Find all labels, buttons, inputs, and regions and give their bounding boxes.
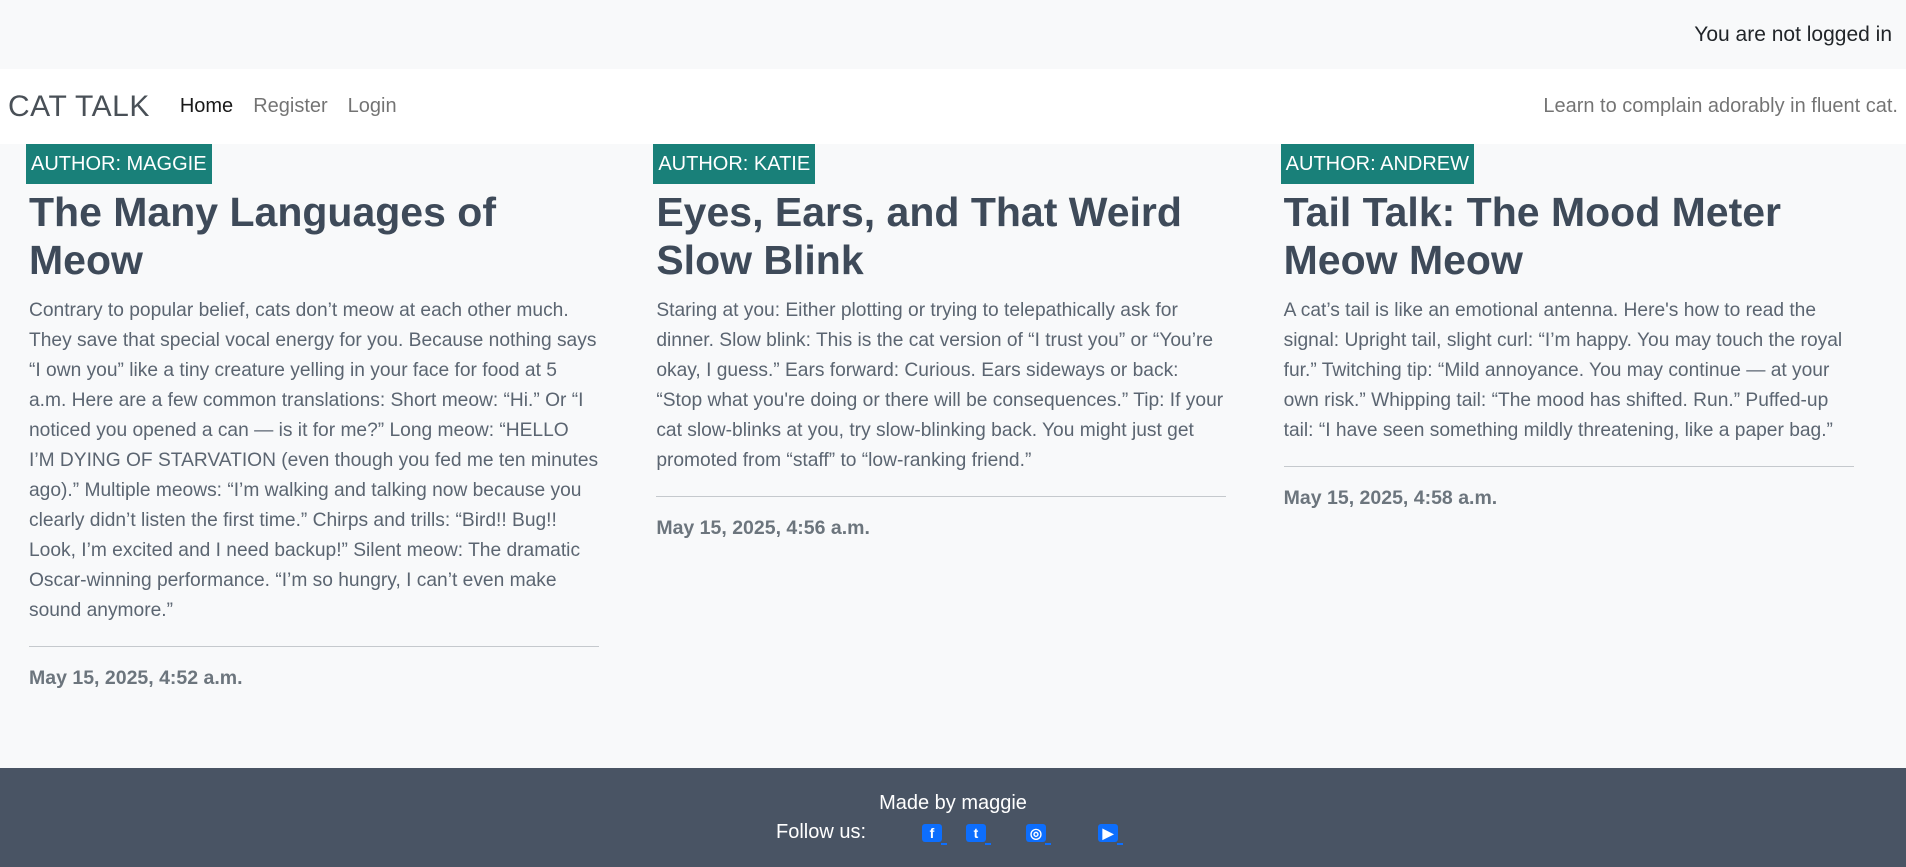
nav-home[interactable]: Home [180,95,233,118]
post-title[interactable]: Tail Talk: The Mood Meter Meow Meow [1284,188,1854,284]
post-card: AUTHOR: KATIE Eyes, Ears, and That Weird… [651,144,1278,690]
post-title[interactable]: The Many Languages of Meow [29,188,599,284]
instagram-icon[interactable]: ◎ [1026,823,1052,845]
footer-credit: Made by maggie [879,792,1027,814]
post-divider [656,496,1227,497]
post-card: AUTHOR: MAGGIE The Many Languages of Meo… [24,144,651,690]
author-badge: AUTHOR: ANDREW [1280,144,1474,184]
post-divider [29,646,599,647]
post-body: A cat’s tail is like an emotional antenn… [1283,300,1843,441]
youtube-icon[interactable]: ▶ [1098,823,1124,845]
login-status-text: You are not logged in [1694,22,1892,46]
facebook-icon[interactable]: f [922,823,948,845]
main-navbar: CAT TALK Home Register Login Learn to co… [0,69,1906,144]
post-title[interactable]: Eyes, Ears, and That Weird Slow Blink [656,188,1226,284]
posts-list: AUTHOR: MAGGIE The Many Languages of Meo… [0,144,1906,690]
login-status-bar: You are not logged in [0,0,1906,69]
post-body: Contrary to popular belief, cats don’t m… [29,300,599,621]
author-badge: AUTHOR: MAGGIE [26,144,212,184]
post-date: May 15, 2025, 4:52 a.m. [29,667,243,689]
author-badge: AUTHOR: KATIE [653,144,816,184]
brand-logo[interactable]: CAT TALK [8,90,150,124]
nav-login[interactable]: Login [348,95,397,118]
nav-register[interactable]: Register [253,95,327,118]
post-divider [1283,466,1854,467]
twitter-icon[interactable]: t [966,823,992,845]
post-card: AUTHOR: ANDREW Tail Talk: The Mood Meter… [1279,144,1906,690]
site-tagline: Learn to complain adorably in fluent cat… [1543,95,1898,117]
site-footer: Made by maggie Follow us: f t ◎ ▶ [0,768,1906,867]
post-body: Staring at you: Either plotting or tryin… [656,300,1224,471]
follow-label: Follow us: [775,821,867,843]
post-date: May 15, 2025, 4:58 a.m. [1283,487,1498,509]
footer-social: Follow us: f t ◎ ▶ [0,821,1906,845]
post-date: May 15, 2025, 4:56 a.m. [656,517,870,539]
